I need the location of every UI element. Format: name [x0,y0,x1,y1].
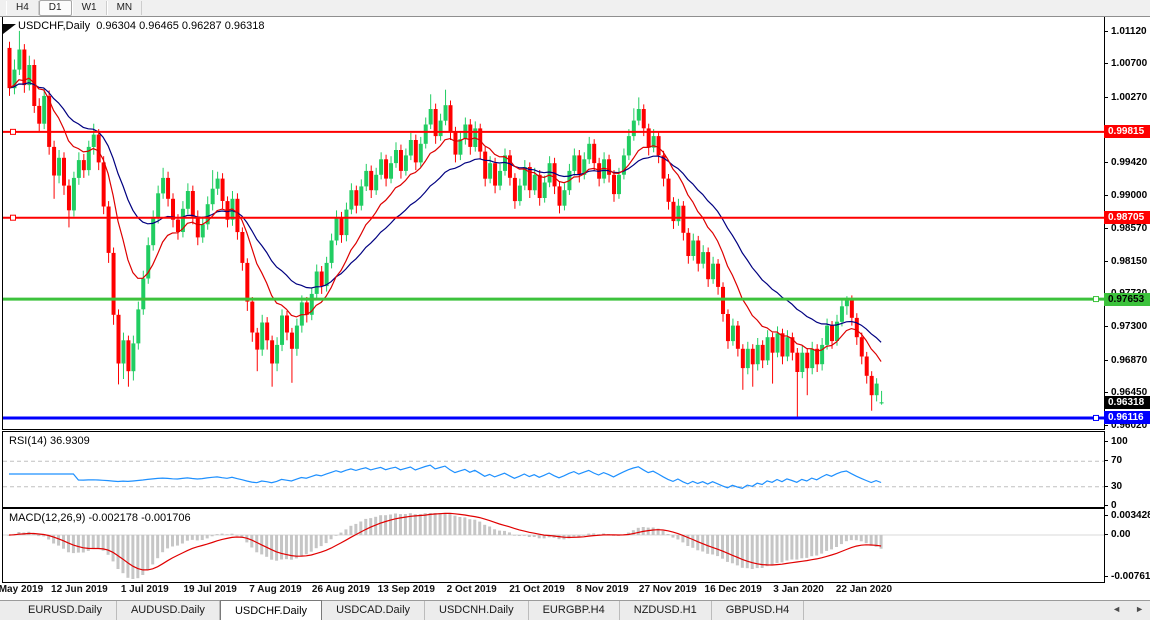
chart-tab-eurgbp-h4[interactable]: EURGBP.H4 [529,601,620,620]
rsi-tick-label: 100 [1111,436,1128,447]
price-tick-label: 1.00700 [1111,58,1147,69]
chart-tab-eurusd-daily[interactable]: EURUSD.Daily [14,601,117,620]
price-level-box-0.98705: 0.98705 [1104,211,1150,224]
date-tick-label: 13 Sep 2019 [378,584,435,595]
candlestick-canvas[interactable] [3,17,1104,429]
chart-tab-audusd-daily[interactable]: AUDUSD.Daily [117,601,220,620]
price-tick-mark [1104,195,1108,196]
current-price-box: 0.96318 [1104,396,1150,409]
rsi-canvas[interactable] [3,432,1104,507]
price-tick-label: 0.97300 [1111,321,1147,332]
price-tick-label: 0.98150 [1111,256,1147,267]
date-tick-label: 21 Oct 2019 [509,584,565,595]
price-tick-mark [1104,425,1108,426]
price-tick-mark [1104,97,1108,98]
price-tick-label: 0.99420 [1111,157,1147,168]
price-tick-label: 1.00270 [1111,92,1147,103]
price-tick-mark [1104,326,1108,327]
chart-ohlc-values: 0.96304 0.96465 0.96287 0.96318 [96,20,264,32]
timeframe-button-d1[interactable]: D1 [39,0,72,16]
timeframe-toolbar: H4D1W1MN [0,0,1150,17]
macd-tick-mark [1104,576,1108,577]
rsi-line [9,465,881,488]
price-tick-label: 0.98570 [1111,223,1147,234]
price-tick-label: 1.01120 [1111,26,1147,37]
macd-tick-mark [1104,515,1108,516]
chart-tab-usdcnh-daily[interactable]: USDCNH.Daily [425,601,529,620]
price-tick-mark [1104,31,1108,32]
date-tick-label: 2 Oct 2019 [447,584,497,595]
rsi-label: RSI(14) 36.9309 [9,435,90,447]
price-level-box-0.97653: 0.97653 [1104,293,1150,306]
chart-symbol-label: USDCHF,Daily [18,20,90,32]
price-chart-panel[interactable] [2,17,1105,430]
rsi-tick-mark [1104,505,1108,506]
price-level-box-0.96116: 0.96116 [1104,411,1150,424]
tab-scroll-controls: ◄ ► [1112,604,1144,614]
date-axis[interactable]: 24 May 2019 12 Jun 2019 1 Jul 2019 19 Jul 2… [2,581,1103,600]
line-handle-0.98705[interactable] [11,215,16,220]
date-tick-label: 7 Aug 2019 [249,584,301,595]
macd-tick-mark [1104,534,1108,535]
date-tick-label: 16 Dec 2019 [705,584,762,595]
rsi-tick-mark [1104,486,1108,487]
candles-layer [8,31,884,417]
date-tick-label: 8 Nov 2019 [576,584,628,595]
chart-tab-bar: EURUSD.DailyAUDUSD.DailyUSDCHF.DailyUSDC… [0,600,1150,620]
date-tick-label: 26 Aug 2019 [312,584,370,595]
tab-scroll-left-icon[interactable]: ◄ [1112,604,1121,614]
date-tick-label: 12 Jun 2019 [51,584,108,595]
timeframe-button-mn[interactable]: MN [107,1,143,15]
date-tick-label: 1 Jul 2019 [121,584,169,595]
chart-shift-marker-icon [3,24,16,34]
macd-label: MACD(12,26,9) -0.002178 -0.001706 [9,512,191,524]
price-tick-mark [1104,392,1108,393]
price-tick-mark [1104,63,1108,64]
chart-title: USDCHF,Daily 0.96304 0.96465 0.96287 0.9… [18,20,264,32]
chart-tab-nzdusd-h1[interactable]: NZDUSD.H1 [620,601,712,620]
price-tick-mark [1104,162,1108,163]
chart-window: USDCHF,Daily 0.96304 0.96465 0.96287 0.9… [0,17,1150,600]
price-tick-label: 0.99000 [1111,190,1147,201]
rsi-tick-label: 30 [1111,481,1122,492]
price-level-box-0.99815: 0.99815 [1104,125,1150,138]
rsi-tick-label: 70 [1111,455,1122,466]
date-tick-label: 19 Jul 2019 [183,584,236,595]
line-handle-0.96116[interactable] [1094,415,1099,420]
rsi-tick-mark [1104,460,1108,461]
tab-scroll-right-icon[interactable]: ► [1135,604,1144,614]
timeframe-button-h4[interactable]: H4 [6,1,39,15]
date-tick-label: 24 May 2019 [0,584,43,595]
macd-indicator-panel[interactable]: MACD(12,26,9) -0.002178 -0.001706 [2,508,1105,583]
macd-tick-label: 0.003428 [1111,510,1150,521]
chart-tab-usdcad-daily[interactable]: USDCAD.Daily [322,601,425,620]
line-handle-0.97653[interactable] [1094,297,1099,302]
price-tick-mark [1104,228,1108,229]
chart-tab-usdchf-daily[interactable]: USDCHF.Daily [220,600,322,620]
date-tick-label: 22 Jan 2020 [836,584,892,595]
macd-tick-label: 0.00 [1111,529,1130,540]
price-tick-label: 0.96870 [1111,355,1147,366]
macd-tick-label: -0.007615 [1111,571,1150,582]
timeframe-button-w1[interactable]: W1 [72,1,107,15]
price-tick-mark [1104,360,1108,361]
date-tick-label: 27 Nov 2019 [639,584,697,595]
chart-tab-gbpusd-h4[interactable]: GBPUSD.H4 [712,601,805,620]
rsi-tick-mark [1104,441,1108,442]
price-tick-mark [1104,261,1108,262]
date-tick-label: 3 Jan 2020 [773,584,824,595]
rsi-indicator-panel[interactable]: RSI(14) 36.9309 [2,431,1105,508]
line-handle-0.99815[interactable] [11,129,16,134]
price-axis[interactable]: 1.01120 1.00700 1.00270 0.99420 0.99000 0.985… [1104,17,1150,600]
